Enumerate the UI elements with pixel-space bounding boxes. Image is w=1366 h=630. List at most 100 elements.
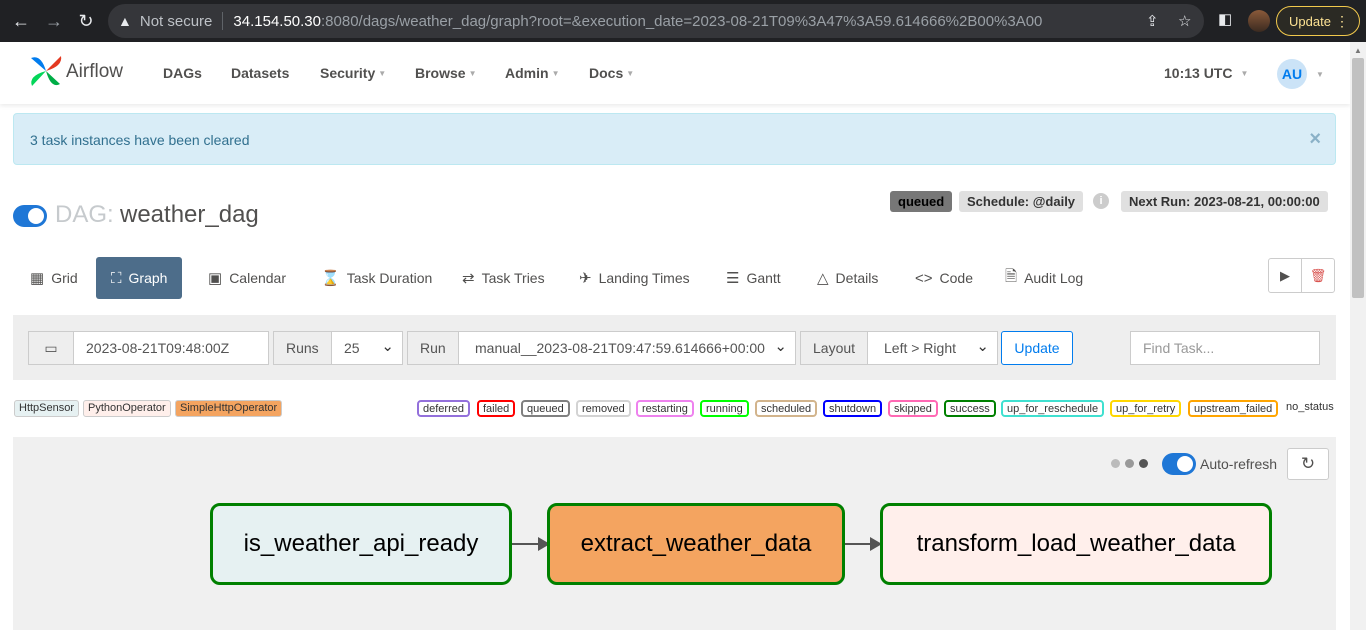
reload-icon[interactable]: ↻ — [75, 10, 97, 32]
info-icon[interactable]: i — [1093, 193, 1109, 209]
tab-task-duration-label: Task Duration — [346, 270, 433, 286]
task-node-transform-load-weather-data[interactable]: transform_load_weather_data — [880, 503, 1272, 585]
nav-datasets[interactable]: Datasets — [231, 65, 289, 81]
side-panel-icon[interactable]: ◧ — [1218, 10, 1232, 28]
plane-landing-icon: ✈ — [579, 270, 592, 287]
clock-label: 10:13 UTC — [1164, 65, 1233, 81]
url-host: 34.154.50.30 — [233, 12, 321, 30]
tab-graph[interactable]: ⛶ Graph — [96, 257, 183, 299]
clock-dropdown[interactable]: 10:13 UTC ▼ — [1164, 65, 1248, 81]
state-legend-scheduled: scheduled — [755, 400, 818, 417]
layout-select[interactable]: Left > Right — [867, 331, 998, 365]
refresh-icon[interactable]: ↻ — [1287, 448, 1329, 480]
tab-details-label: Details — [835, 270, 879, 286]
runs-select[interactable]: 25 — [331, 331, 403, 365]
browser-toolbar: ← → ↻ ▲ Not secure 34.154.50.30:8080/dag… — [0, 0, 1366, 42]
browser-update-label: Update — [1289, 13, 1331, 29]
nav-dags[interactable]: DAGs — [163, 65, 202, 81]
caret-down-icon: ▼ — [378, 69, 387, 78]
calendar-icon: ▣ — [208, 270, 223, 287]
runs-value: 25 — [344, 340, 360, 356]
task-node-is-weather-api-ready[interactable]: is_weather_api_ready — [210, 503, 512, 585]
task-node-label: transform_load_weather_data — [916, 530, 1236, 557]
dag-title: weather_dag — [120, 201, 259, 228]
retry-icon: ⇄ — [462, 270, 475, 287]
airflow-logo[interactable] — [27, 52, 65, 90]
tab-details[interactable]: △ Details — [817, 257, 878, 299]
nav-admin[interactable]: Admin ▼ — [505, 65, 559, 81]
tab-grid-label: Grid — [51, 270, 78, 286]
dag-pause-toggle[interactable] — [13, 205, 47, 227]
nav-security-label: Security — [320, 65, 376, 81]
tab-grid[interactable]: ▦ Grid — [30, 257, 78, 299]
state-legend-upstream-failed: upstream_failed — [1188, 400, 1279, 417]
state-legend-removed: removed — [576, 400, 631, 417]
tab-code[interactable]: <> Code — [915, 257, 973, 299]
schedule-badge: Schedule: @daily — [959, 191, 1084, 212]
edge-arrow — [512, 537, 550, 551]
operator-legend-httpsensor: HttpSensor — [14, 400, 80, 417]
state-legend-deferred: deferred — [417, 400, 470, 417]
loading-dots-icon — [1111, 459, 1148, 468]
tab-task-duration[interactable]: ⌛ Task Duration — [321, 257, 432, 299]
file-search-icon: 🗎 — [1005, 267, 1018, 285]
close-icon[interactable]: × — [1309, 128, 1321, 151]
url-path: :8080/dags/weather_dag/graph?root=&execu… — [321, 12, 1043, 30]
tab-calendar[interactable]: ▣ Calendar — [208, 257, 286, 299]
find-task-input[interactable]: Find Task... — [1130, 331, 1320, 365]
nav-docs-label: Docs — [589, 65, 624, 81]
nav-browse[interactable]: Browse ▼ — [415, 65, 477, 81]
tab-audit-log-label: Audit Log — [1024, 270, 1084, 286]
state-legend-failed: failed — [477, 400, 516, 417]
share-icon[interactable]: ⇪ — [1146, 12, 1159, 30]
navbar: Airflow DAGs Datasets Security ▼ Browse ▼ … — [0, 42, 1350, 104]
star-icon[interactable]: ☆ — [1178, 12, 1191, 30]
warning-icon: ▲ — [118, 13, 132, 29]
cleared-alert: 3 task instances have been cleared × — [13, 113, 1336, 165]
filter-bar: ▭ 2023-08-21T09:48:00Z Runs 25 Run manua… — [13, 315, 1336, 380]
base-date-input[interactable]: 2023-08-21T09:48:00Z — [73, 331, 269, 365]
nav-datasets-label: Datasets — [231, 65, 290, 81]
tab-audit-log[interactable]: 🗎 Audit Log — [1005, 257, 1083, 299]
state-legend-shutdown: shutdown — [823, 400, 883, 417]
browser-update-button[interactable]: Update ⋮ — [1276, 6, 1360, 36]
trigger-dag-icon[interactable]: ▶ — [1269, 259, 1302, 292]
user-avatar[interactable]: AU — [1277, 59, 1307, 89]
task-node-extract-weather-data[interactable]: extract_weather_data — [547, 503, 845, 585]
auto-refresh-label: Auto-refresh — [1200, 456, 1278, 472]
dag-graph-canvas[interactable]: Auto-refresh ↻ is_weather_api_ready extr… — [13, 437, 1336, 630]
tab-task-tries[interactable]: ⇄ Task Tries — [462, 257, 545, 299]
state-legend-skipped: skipped — [888, 400, 938, 417]
task-node-label: extract_weather_data — [580, 530, 812, 557]
forward-arrow-icon[interactable]: → — [43, 10, 65, 32]
auto-refresh-toggle[interactable] — [1162, 453, 1196, 475]
more-vert-icon[interactable]: ⋮ — [1335, 13, 1349, 30]
scroll-up-icon[interactable]: ▲ — [1354, 46, 1362, 55]
run-label: Run — [407, 331, 459, 365]
next-run-badge: Next Run: 2023-08-21, 00:00:00 — [1121, 191, 1328, 212]
tab-code-label: Code — [939, 270, 973, 286]
delete-dag-icon[interactable]: 🗑 — [1302, 259, 1334, 292]
nav-docs[interactable]: Docs ▼ — [589, 65, 634, 81]
state-legend-restarting: restarting — [636, 400, 694, 417]
tab-graph-label: Graph — [128, 270, 168, 286]
calendar-icon[interactable]: ▭ — [28, 331, 74, 365]
run-select[interactable]: manual__2023-08-21T09:47:59.614666+00:00 — [458, 331, 796, 365]
address-bar[interactable]: ▲ Not secure 34.154.50.30:8080/dags/weat… — [108, 4, 1204, 38]
nav-security[interactable]: Security ▼ — [320, 65, 386, 81]
back-arrow-icon[interactable]: ← — [10, 10, 32, 32]
profile-avatar[interactable] — [1248, 10, 1270, 32]
nav-browse-label: Browse — [415, 65, 466, 81]
state-legend-up-for-reschedule: up_for_reschedule — [1001, 400, 1105, 417]
tab-landing-times[interactable]: ✈ Landing Times — [579, 257, 690, 299]
dag-action-buttons: ▶ 🗑 — [1268, 258, 1335, 293]
caret-down-icon[interactable]: ▼ — [1316, 70, 1324, 79]
update-button[interactable]: Update — [1001, 331, 1073, 365]
dag-state-badge: queued — [890, 191, 953, 212]
brand-name[interactable]: Airflow — [66, 61, 123, 83]
nav-dags-label: DAGs — [163, 65, 202, 81]
caret-down-icon: ▼ — [468, 69, 477, 78]
scrollbar-thumb[interactable] — [1352, 58, 1364, 298]
tab-gantt[interactable]: ☰ Gantt — [726, 257, 781, 299]
state-legend-queued: queued — [521, 400, 570, 417]
